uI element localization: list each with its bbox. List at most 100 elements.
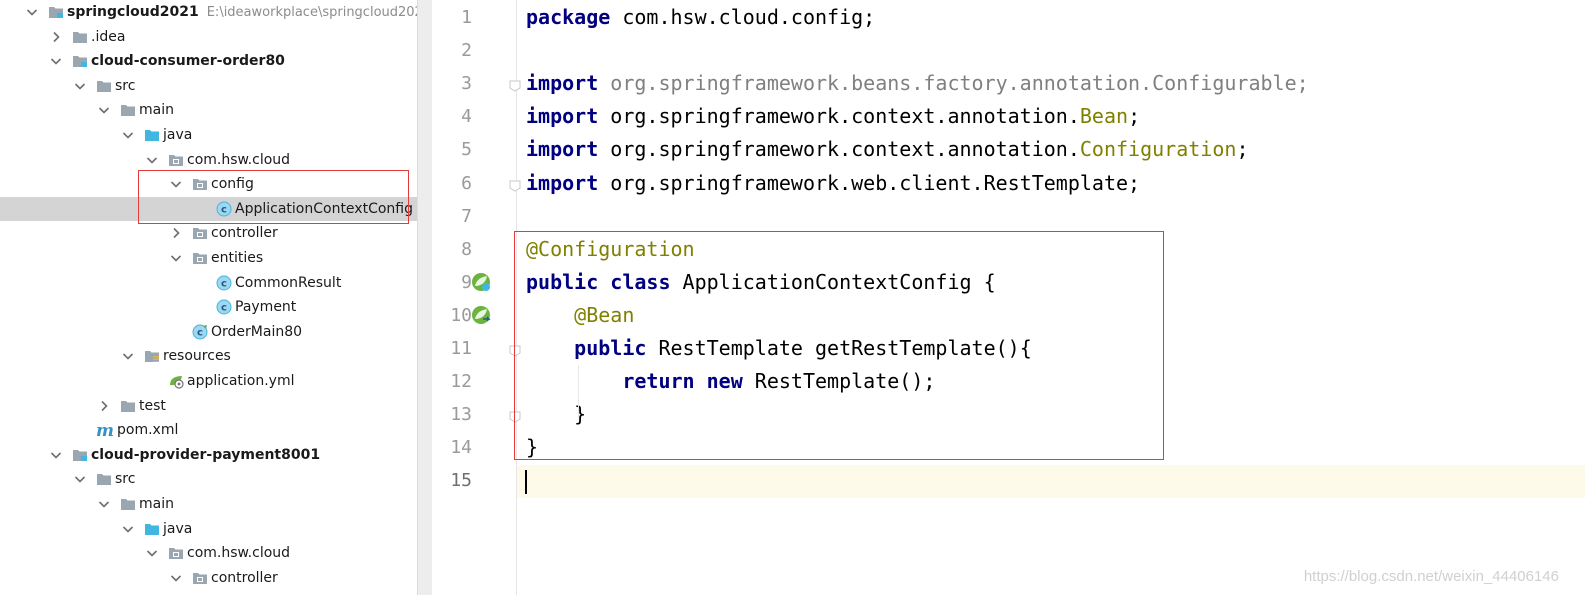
line-number[interactable]: 8: [432, 233, 472, 266]
chevron-down-icon[interactable]: [120, 521, 136, 537]
chevron-down-icon[interactable]: [144, 152, 160, 168]
tree-item[interactable]: com.hsw.cloud: [0, 148, 417, 172]
chevron-down-icon[interactable]: [168, 250, 184, 266]
code-line[interactable]: }: [526, 431, 538, 464]
line-number[interactable]: 14: [432, 431, 472, 464]
tree-item[interactable]: c Payment: [0, 295, 417, 319]
tree-item-label: entities: [211, 250, 264, 266]
line-number[interactable]: 4: [432, 100, 472, 133]
fold-marker-icon[interactable]: [509, 408, 521, 423]
tree-item[interactable]: m pom.xml: [0, 418, 417, 442]
chevron-right-icon[interactable]: [96, 398, 112, 414]
resources-folder-icon: [144, 348, 160, 364]
folder-icon: [120, 102, 136, 118]
code-line[interactable]: import org.springframework.context.annot…: [526, 133, 1248, 166]
tree-item[interactable]: entities: [0, 246, 417, 270]
code-line[interactable]: package com.hsw.cloud.config;: [526, 1, 875, 34]
code-token: Bean: [1079, 104, 1129, 128]
tree-item-label: controller: [211, 570, 278, 586]
chevron-down-icon[interactable]: [48, 53, 64, 69]
tree-item[interactable]: .idea: [0, 25, 417, 49]
code-token: Configuration: [1079, 137, 1237, 161]
tree-item[interactable]: cloud-provider-payment8001: [0, 443, 417, 467]
code-line[interactable]: @Configuration: [526, 233, 695, 266]
svg-text:c: c: [221, 205, 227, 216]
line-number[interactable]: 3: [432, 67, 472, 100]
fold-marker-icon[interactable]: [509, 342, 521, 357]
code-line[interactable]: import org.springframework.context.annot…: [526, 100, 1140, 133]
tree-item[interactable]: c CommonResult: [0, 271, 417, 295]
tree-item[interactable]: main: [0, 492, 417, 516]
tree-item-label: .idea: [91, 29, 126, 45]
chevron-right-icon[interactable]: [48, 29, 64, 45]
spring-config-gutter-icon[interactable]: [470, 271, 492, 293]
chevron-right-icon[interactable]: [168, 225, 184, 241]
tree-item-label: main: [139, 102, 174, 118]
tree-item[interactable]: c ApplicationContextConfig: [0, 197, 417, 221]
fold-marker-icon[interactable]: [509, 77, 521, 92]
tree-item[interactable]: com.hsw.cloud: [0, 541, 417, 565]
tree-item-label: OrderMain80: [211, 324, 303, 340]
tree-item[interactable]: java: [0, 123, 417, 147]
chevron-down-icon[interactable]: [120, 127, 136, 143]
code-line[interactable]: public RestTemplate getRestTemplate(){: [526, 332, 1032, 365]
tree-item[interactable]: java: [0, 517, 417, 541]
code-line[interactable]: import org.springframework.web.client.Re…: [526, 167, 1140, 200]
tree-item[interactable]: application.yml: [0, 369, 417, 393]
line-number[interactable]: 11: [432, 332, 472, 365]
chevron-down-icon[interactable]: [168, 176, 184, 192]
tree-item[interactable]: cloud-consumer-order80: [0, 49, 417, 73]
chevron-down-icon[interactable]: [24, 4, 40, 20]
tree-item[interactable]: main: [0, 98, 417, 122]
line-number[interactable]: 7: [432, 200, 472, 233]
module-folder-icon: [72, 447, 88, 463]
tree-item[interactable]: src: [0, 74, 417, 98]
code-line[interactable]: import org.springframework.beans.factory…: [526, 67, 1309, 100]
code-line[interactable]: @Bean: [526, 299, 634, 332]
tree-item-label: src: [115, 78, 136, 94]
folder-icon: [120, 398, 136, 414]
code-token: public: [526, 270, 599, 294]
spring-bean-gutter-icon[interactable]: [470, 304, 492, 326]
tree-item-label: Payment: [235, 299, 297, 315]
tree-item-label: java: [163, 127, 193, 143]
tree-item[interactable]: test: [0, 394, 417, 418]
tree-item[interactable]: src: [0, 467, 417, 491]
line-number[interactable]: 10: [432, 299, 472, 332]
tree-item-label: pom.xml: [117, 422, 179, 438]
line-number[interactable]: 2: [432, 34, 472, 67]
tree-item[interactable]: springcloud2021 E:\ideaworkplace\springcl…: [0, 0, 417, 24]
class-icon: c: [216, 201, 232, 217]
chevron-down-icon[interactable]: [120, 348, 136, 364]
chevron-down-icon[interactable]: [96, 102, 112, 118]
code-token: org.springframework.context.annotation.: [598, 137, 1080, 161]
code-token: public: [574, 336, 647, 360]
chevron-down-icon[interactable]: [72, 78, 88, 94]
line-number[interactable]: 1: [432, 1, 472, 34]
tree-item[interactable]: controller: [0, 221, 417, 245]
fold-marker-icon[interactable]: [509, 177, 521, 192]
code-token: }: [526, 435, 539, 459]
line-number[interactable]: 15: [432, 464, 472, 497]
line-number[interactable]: 5: [432, 133, 472, 166]
line-number[interactable]: 6: [432, 167, 472, 200]
line-number[interactable]: 13: [432, 398, 472, 431]
chevron-down-icon[interactable]: [144, 545, 160, 561]
chevron-down-icon[interactable]: [96, 496, 112, 512]
line-number[interactable]: 12: [432, 365, 472, 398]
tree-item[interactable]: resources: [0, 344, 417, 368]
code-token: return: [622, 369, 695, 393]
tree-item[interactable]: controller: [0, 566, 417, 590]
tree-item[interactable]: c OrderMain80: [0, 320, 417, 344]
chevron-down-icon[interactable]: [72, 471, 88, 487]
tree-item-label: controller: [211, 225, 278, 241]
code-line[interactable]: return new RestTemplate();: [526, 365, 935, 398]
line-number[interactable]: 9: [432, 266, 472, 299]
tree-item[interactable]: config: [0, 172, 417, 196]
code-line[interactable]: public class ApplicationContextConfig {: [526, 266, 996, 299]
chevron-down-icon[interactable]: [48, 447, 64, 463]
chevron-down-icon[interactable]: [168, 570, 184, 586]
project-tree-scrollbar[interactable]: [417, 0, 432, 595]
